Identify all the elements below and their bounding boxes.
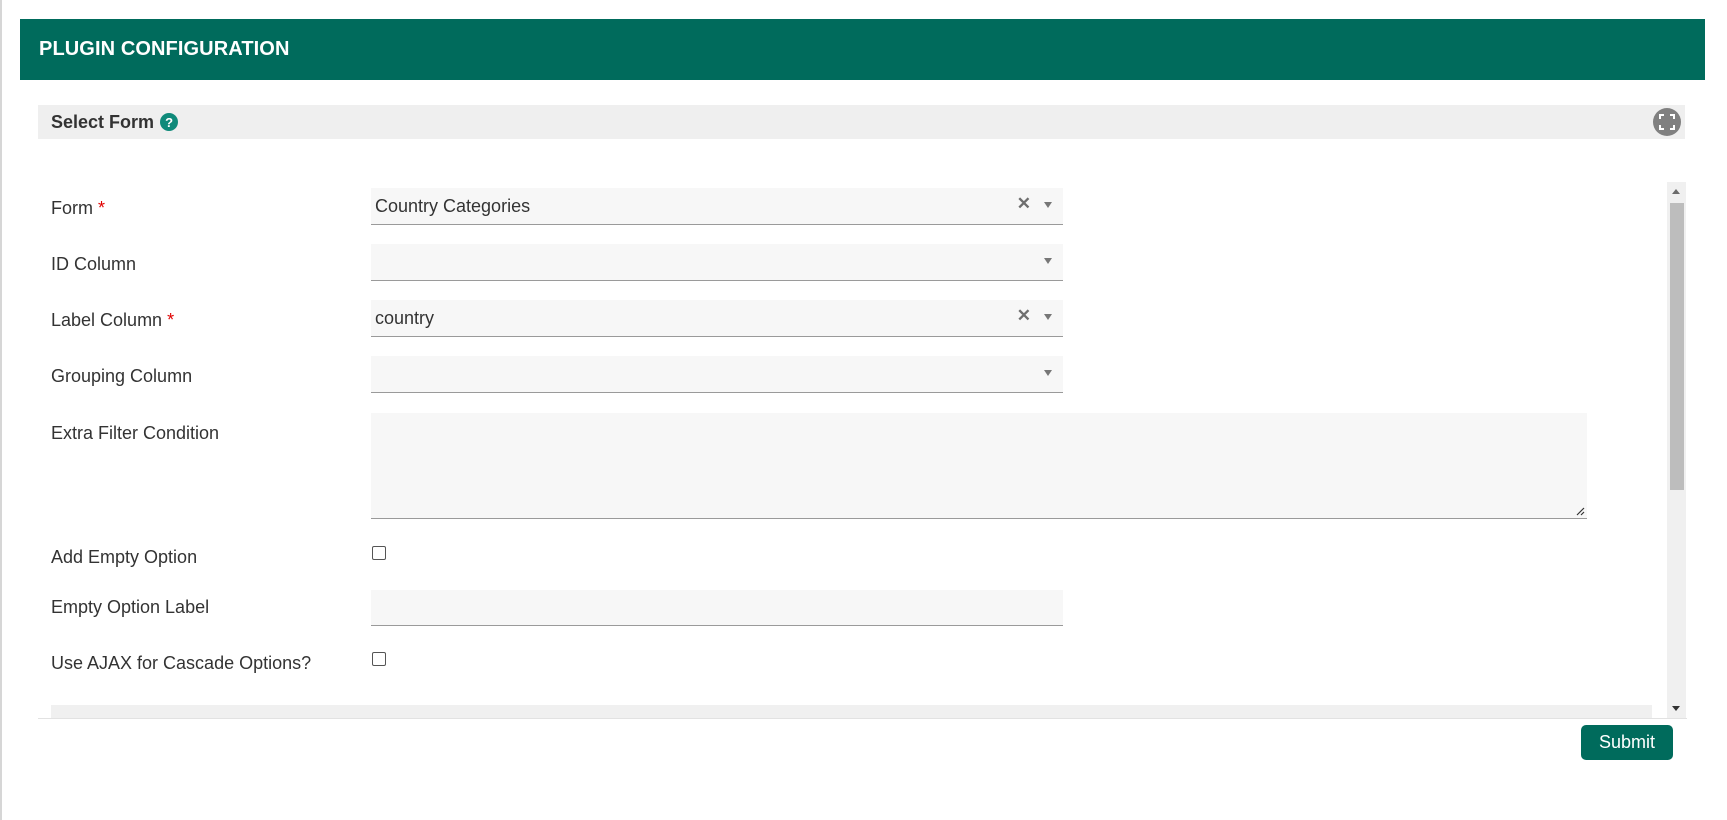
window-left-border [0,0,2,820]
chevron-down-icon[interactable] [1044,202,1052,208]
section-title: Select Form [51,111,155,132]
form-field-label: Form * [51,198,106,218]
scroll-down-arrow-icon[interactable] [1672,706,1680,711]
form-select[interactable]: Country Categories ✕ [371,188,1063,225]
add-empty-option-checkbox[interactable] [372,546,386,560]
empty-option-label-label: Empty Option Label [51,597,210,617]
add-empty-option-label: Add Empty Option [51,547,198,567]
label-column-select-value: country [375,307,435,328]
submit-button[interactable]: Submit [1581,725,1673,760]
scroll-up-arrow-icon[interactable] [1672,189,1680,194]
clear-icon[interactable]: ✕ [1017,194,1031,214]
label-column-label: Label Column * [51,310,175,330]
required-marker: * [167,310,175,330]
clear-icon[interactable]: ✕ [1017,306,1031,326]
form-select-value: Country Categories [375,195,531,216]
fullscreen-icon[interactable] [1653,108,1681,136]
chevron-down-icon[interactable] [1044,258,1052,264]
grouping-column-select[interactable] [371,356,1063,393]
required-marker: * [98,198,106,218]
question-circle-icon[interactable]: ? [160,113,179,131]
form-scroll-area: Form * Country Categories ✕ ID Column La… [38,182,1687,719]
chevron-down-icon[interactable] [1044,370,1052,376]
next-section-strip [51,705,1652,719]
chevron-down-icon[interactable] [1044,314,1052,320]
extra-filter-condition-label: Extra Filter Condition [51,423,220,443]
select-form-section-bar: Select Form ? [38,105,1685,139]
use-ajax-checkbox[interactable] [372,652,386,666]
resize-grip-icon[interactable] [1575,506,1585,516]
id-column-label: ID Column [51,254,137,274]
vertical-scrollbar[interactable] [1667,182,1686,718]
use-ajax-label: Use AJAX for Cascade Options? [51,653,312,673]
scrollbar-thumb[interactable] [1670,203,1684,490]
empty-option-label-input[interactable] [371,590,1063,626]
id-column-select[interactable] [371,244,1063,281]
page-title: PLUGIN CONFIGURATION [39,38,290,60]
footer-divider [38,718,1687,719]
label-column-select[interactable]: country ✕ [371,300,1063,337]
plugin-configuration-header: PLUGIN CONFIGURATION [20,19,1705,80]
grouping-column-label: Grouping Column [51,366,193,386]
extra-filter-condition-textarea[interactable] [371,413,1587,519]
